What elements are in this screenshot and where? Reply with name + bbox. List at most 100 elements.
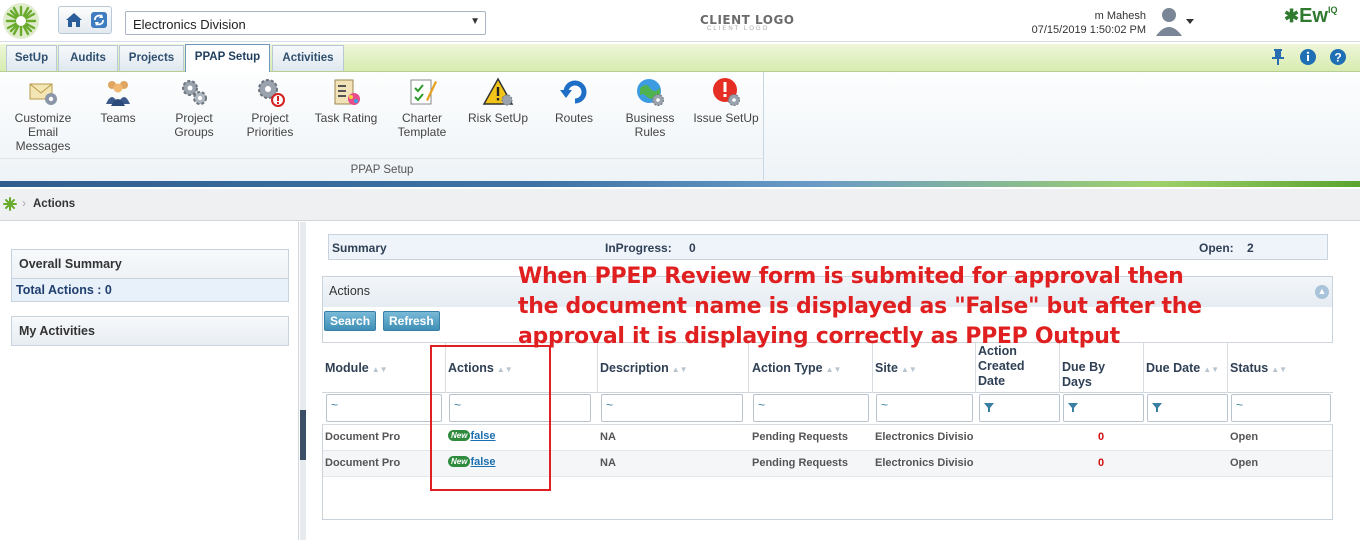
annotation-text: When PPEP Review form is submited for ap… xyxy=(518,264,1202,349)
email-settings-icon xyxy=(29,83,57,105)
filter-action-type-input[interactable]: ~ xyxy=(753,394,869,422)
sort-icon: ▲▼ xyxy=(371,365,388,374)
business-rules-icon xyxy=(637,79,664,106)
ribbon-charter-template-button[interactable]: Charter Template xyxy=(386,76,458,139)
ribbon-task-rating-button[interactable]: Task Rating xyxy=(310,76,382,125)
sort-icon: ▲▼ xyxy=(1203,365,1220,374)
column-label: Description xyxy=(600,361,669,375)
tab-ppap-setup[interactable]: PPAP Setup xyxy=(185,44,270,73)
filter-site-input[interactable]: ~ xyxy=(876,394,973,422)
ribbon-risk-setup-button[interactable]: Risk SetUp xyxy=(462,76,534,125)
ribbon-item-label: Project Groups xyxy=(174,111,214,139)
app-logo-icon[interactable] xyxy=(2,2,40,40)
tab-projects[interactable]: Projects xyxy=(119,45,184,71)
filter-due-by-days-button[interactable] xyxy=(1063,394,1144,422)
inprogress-label: InProgress: xyxy=(605,241,672,255)
open-value: 2 xyxy=(1247,241,1254,255)
routes-icon xyxy=(560,80,587,104)
refresh-button[interactable]: Refresh xyxy=(383,311,440,331)
tab-setup[interactable]: SetUp xyxy=(6,45,57,71)
cell-action-type: Pending Requests xyxy=(752,431,848,443)
filter-funnel-icon xyxy=(984,403,994,412)
cell-action-type: Pending Requests xyxy=(752,457,848,469)
task-rating-icon xyxy=(334,79,360,105)
search-button[interactable]: Search xyxy=(324,311,377,331)
filter-funnel-icon xyxy=(1152,403,1162,412)
open-label: Open: xyxy=(1199,241,1234,255)
collapse-icon[interactable]: ▲ xyxy=(1315,285,1329,299)
column-label: Status xyxy=(1230,361,1269,375)
pin-icon[interactable] xyxy=(1270,48,1288,66)
column-label: Due Date xyxy=(1146,361,1201,375)
ribbon-item-label: Teams xyxy=(100,111,136,125)
column-header-due-date[interactable]: Due Date ▲▼ xyxy=(1146,361,1219,377)
column-header-action-type[interactable]: Action Type ▲▼ xyxy=(752,361,841,377)
overall-summary-panel: Overall Summary Total Actions : 0 xyxy=(11,249,289,302)
filter-due-date-button[interactable] xyxy=(1147,394,1228,422)
division-select[interactable]: Electronics Division ▼ xyxy=(125,11,486,35)
breadcrumb xyxy=(0,189,1360,221)
summary-label: Summary xyxy=(332,241,387,255)
cell-site: Electronics Divisio xyxy=(875,457,974,469)
ribbon-item-label: Routes xyxy=(554,111,594,125)
column-header-site[interactable]: Site ▲▼ xyxy=(875,361,917,377)
sort-icon: ▲▼ xyxy=(900,365,917,374)
svg-text:?: ? xyxy=(1334,51,1341,65)
ribbon-group-label: PPAP Setup xyxy=(0,158,764,180)
filter-created-date-button[interactable] xyxy=(979,394,1060,422)
sort-icon: ▲▼ xyxy=(825,365,842,374)
ribbon-item-label: Task Rating xyxy=(314,111,378,125)
breadcrumb-separator-icon: › xyxy=(22,196,26,210)
splitter-handle[interactable] xyxy=(300,410,306,460)
column-header-due-by-days[interactable]: Due By Days xyxy=(1062,360,1122,390)
breadcrumb-current[interactable]: Actions xyxy=(33,198,75,210)
refresh-icon[interactable] xyxy=(89,10,109,33)
summary-bar: Summary InProgress: 0 Open: 2 xyxy=(328,234,1328,260)
inprogress-value: 0 xyxy=(689,241,696,255)
issue-alert-icon xyxy=(713,78,740,106)
total-actions-count: Total Actions : 0 xyxy=(12,278,288,301)
home-icon[interactable] xyxy=(64,10,84,33)
gears-icon xyxy=(182,80,207,105)
ribbon-business-rules-button[interactable]: Business Rules xyxy=(614,76,686,139)
filter-module-input[interactable]: ~ xyxy=(326,394,442,422)
cell-description: NA xyxy=(600,457,616,469)
ribbon-project-groups-button[interactable]: Project Groups xyxy=(158,76,230,139)
brand-mark-suffix-icon: IQ xyxy=(1328,5,1338,15)
annotation-highlight-box xyxy=(430,345,551,491)
column-label: Module xyxy=(325,361,369,375)
filter-description-input[interactable]: ~ xyxy=(601,394,743,422)
team-icon xyxy=(106,81,130,106)
user-avatar-icon[interactable] xyxy=(1153,4,1194,36)
overall-summary-header[interactable]: Overall Summary xyxy=(12,250,288,278)
column-header-description[interactable]: Description ▲▼ xyxy=(600,361,688,377)
info-icon[interactable] xyxy=(1299,48,1317,66)
sort-icon: ▲▼ xyxy=(1271,365,1288,374)
pane-splitter[interactable] xyxy=(300,222,306,540)
tab-audits[interactable]: Audits xyxy=(58,45,118,71)
ribbon-issue-setup-button[interactable]: Issue SetUp xyxy=(690,76,762,125)
breadcrumb-home-icon[interactable] xyxy=(3,197,17,211)
header-divider-stripe xyxy=(0,181,1360,187)
cell-module: Document Pro xyxy=(325,431,401,443)
cell-module: Document Pro xyxy=(325,457,401,469)
ribbon-customize-email-messages-button[interactable]: Customize Email Messages xyxy=(7,76,79,153)
my-activities-header[interactable]: My Activities xyxy=(12,317,288,345)
help-icon[interactable]: ? xyxy=(1329,48,1347,66)
column-header-module[interactable]: Module ▲▼ xyxy=(325,361,388,377)
actions-panel-title: Actions xyxy=(329,284,370,298)
cell-site: Electronics Divisio xyxy=(875,431,974,443)
ribbon-project-priorities-button[interactable]: Project Priorities xyxy=(234,76,306,139)
charter-template-icon xyxy=(410,79,437,105)
home-refresh-buttons xyxy=(58,6,112,34)
priority-gear-icon xyxy=(258,79,285,107)
sort-icon: ▲▼ xyxy=(671,365,688,374)
filter-status-input[interactable]: ~ xyxy=(1231,394,1331,422)
ribbon-routes-button[interactable]: Routes xyxy=(538,76,610,125)
column-label: Site xyxy=(875,361,898,375)
column-header-status[interactable]: Status ▲▼ xyxy=(1230,361,1287,377)
ribbon-teams-button[interactable]: Teams xyxy=(82,76,154,125)
tab-activities[interactable]: Activities xyxy=(272,45,344,71)
brand-mark-icon: ✱ xyxy=(1284,6,1300,26)
user-name: m Mahesh xyxy=(1094,10,1146,22)
